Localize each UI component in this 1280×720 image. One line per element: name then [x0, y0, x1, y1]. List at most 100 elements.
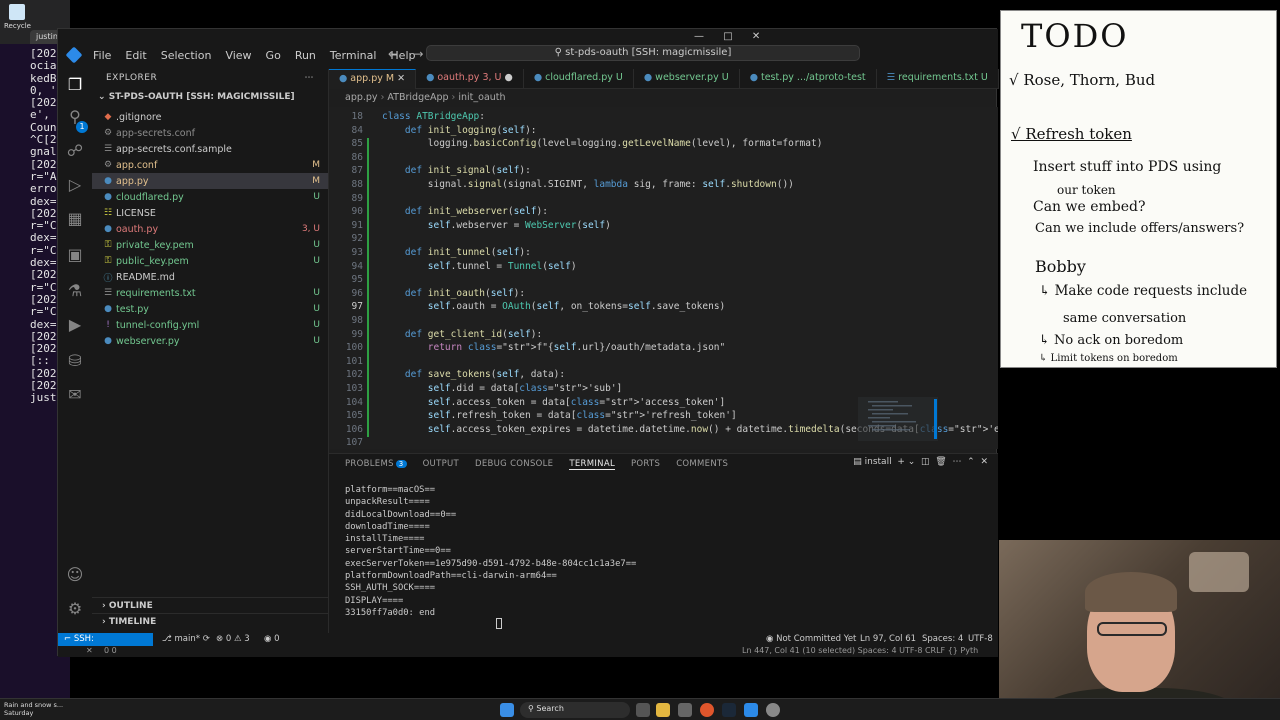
code-line[interactable]: self.refresh_token = data[class="str">'r…: [382, 410, 737, 421]
code-line[interactable]: self.did = data[class="str">'sub']: [382, 383, 623, 394]
vscode-taskbar-icon[interactable]: [744, 703, 758, 717]
status-details[interactable]: Ln 447, Col 41 (10 selected) Spaces: 4 U…: [742, 646, 978, 655]
file-item[interactable]: ● oauth.py 3, U: [92, 221, 328, 237]
editor-tab[interactable]: ● test.py .../atproto-test: [740, 69, 877, 89]
file-item[interactable]: ☷ LICENSE: [92, 205, 328, 221]
trash-icon[interactable]: 🗑: [935, 457, 946, 467]
editor-tab[interactable]: ● oauth.py 3, U ●: [416, 69, 524, 89]
close-panel-icon[interactable]: ✕: [980, 457, 988, 467]
file-item[interactable]: ⚙ app.conf M: [92, 157, 328, 173]
unsaved-dot-icon[interactable]: ●: [502, 72, 513, 83]
encoding[interactable]: UTF-8: [968, 634, 993, 644]
menu-go[interactable]: Go: [266, 49, 281, 62]
workspace-root[interactable]: ⌄ ST-PDS-OAUTH [SSH: MAGICMISSILE]: [92, 89, 328, 109]
menu-selection[interactable]: Selection: [161, 49, 212, 62]
tab-debug-console[interactable]: DEBUG CONSOLE: [475, 459, 553, 469]
code-line[interactable]: def get_client_id(self):: [382, 329, 542, 340]
more-actions-icon[interactable]: ⋯: [305, 73, 315, 85]
code-line[interactable]: def init_tunnel(self):: [382, 247, 531, 258]
database-icon[interactable]: ⛁: [65, 351, 85, 371]
code-line[interactable]: return class="str">f"{self.url}/oauth/me…: [382, 342, 725, 353]
file-item[interactable]: ⓘ README.md: [92, 269, 328, 285]
git-blame[interactable]: ◉ Not Committed Yet: [766, 634, 856, 644]
file-item[interactable]: ⚿ private_key.pem U: [92, 237, 328, 253]
split-terminal-icon[interactable]: ◫: [921, 457, 930, 467]
remote-indicator[interactable]: ⌐ SSH: magicmissile: [58, 633, 153, 657]
breadcrumb-method[interactable]: init_oauth: [458, 92, 505, 103]
code-line[interactable]: def save_tokens(self, data):: [382, 369, 565, 380]
minimap[interactable]: [858, 107, 938, 449]
back-arrow-icon[interactable]: ←: [388, 47, 398, 61]
tab-ports[interactable]: PORTS: [631, 459, 660, 469]
file-item[interactable]: ☰ app-secrets.conf.sample: [92, 141, 328, 157]
terminal-name[interactable]: install: [865, 457, 892, 467]
chevron-down-icon[interactable]: ⌄: [908, 457, 916, 467]
remote-explorer-icon[interactable]: ▣: [65, 245, 85, 265]
settings-gear-icon[interactable]: ⚙: [65, 599, 85, 619]
forward-arrow-icon[interactable]: →: [413, 47, 423, 61]
code-line[interactable]: logging.basicConfig(level=logging.getLev…: [382, 138, 823, 149]
indentation[interactable]: Spaces: 4: [922, 634, 963, 644]
menu-file[interactable]: File: [93, 49, 111, 62]
code-line[interactable]: def init_signal(self):: [382, 165, 531, 176]
timeline-section[interactable]: › TIMELINE: [92, 613, 329, 631]
tab-output[interactable]: OUTPUT: [423, 459, 459, 469]
menu-terminal[interactable]: Terminal: [330, 49, 377, 62]
menu-run[interactable]: Run: [295, 49, 316, 62]
firefox-icon[interactable]: [700, 703, 714, 717]
code-line[interactable]: def init_logging(self):: [382, 125, 537, 136]
cursor-position[interactable]: Ln 97, Col 61: [860, 634, 916, 644]
terminal-app-icon[interactable]: [678, 703, 692, 717]
problems-indicator[interactable]: ⊗ 0 ⚠ 3: [216, 634, 250, 644]
code-line[interactable]: self.webserver = WebServer(self): [382, 220, 611, 231]
code-line[interactable]: def init_oauth(self):: [382, 288, 525, 299]
code-line[interactable]: class ATBridgeApp:: [382, 111, 485, 122]
file-item[interactable]: ● webserver.py U: [92, 333, 328, 349]
breadcrumb-class[interactable]: ATBridgeApp: [387, 92, 448, 103]
testing-icon[interactable]: ⚗: [65, 281, 85, 301]
file-item[interactable]: ◆ .gitignore: [92, 109, 328, 125]
maximize-panel-icon[interactable]: ⌃: [967, 457, 975, 467]
new-terminal-icon[interactable]: +: [897, 457, 905, 467]
docker-icon[interactable]: ▶: [65, 315, 85, 335]
file-item[interactable]: ⚿ public_key.pem U: [92, 253, 328, 269]
file-item[interactable]: ● app.py M: [92, 173, 328, 189]
code-line[interactable]: def init_webserver(self):: [382, 206, 548, 217]
file-item[interactable]: ⚙ app-secrets.conf: [92, 125, 328, 141]
account-icon[interactable]: ☺: [65, 565, 85, 585]
weather-widget[interactable]: Rain and snow s... Saturday: [4, 701, 63, 717]
code-line[interactable]: self.tunnel = Tunnel(self): [382, 261, 577, 272]
command-center[interactable]: ⚲ st-pds-oauth [SSH: magicmissile]: [426, 45, 860, 61]
extensions-icon[interactable]: ▦: [65, 209, 85, 229]
file-item[interactable]: ☰ requirements.txt U: [92, 285, 328, 301]
steam-icon[interactable]: [722, 703, 736, 717]
search-view-icon[interactable]: ⚲: [65, 107, 85, 127]
editor-tab[interactable]: ● app.py M ✕: [329, 69, 417, 89]
chat-icon[interactable]: ✉: [65, 385, 85, 405]
editor-tab[interactable]: ● webserver.py U: [634, 69, 740, 89]
status-remote-icon[interactable]: ✕: [86, 646, 93, 655]
editor-tab[interactable]: ☰ requirements.txt U: [877, 69, 999, 89]
close-tab-icon[interactable]: ✕: [394, 73, 405, 84]
recycle-bin[interactable]: Recycle: [4, 4, 31, 32]
tab-terminal[interactable]: TERMINAL: [569, 459, 615, 470]
branch-indicator[interactable]: ⎇ main* ⟳: [162, 634, 210, 644]
breadcrumb-file[interactable]: app.py: [345, 92, 378, 103]
more-actions-icon[interactable]: ⋯: [952, 457, 961, 467]
menu-view[interactable]: View: [225, 49, 251, 62]
terminal-output[interactable]: platform==macOS== unpackResult==== didLoca…: [345, 484, 636, 619]
file-explorer-icon[interactable]: [656, 703, 670, 717]
tab-comments[interactable]: COMMENTS: [676, 459, 728, 469]
status-problems[interactable]: 0 0: [104, 646, 117, 655]
menu-edit[interactable]: Edit: [125, 49, 146, 62]
source-control-icon[interactable]: ☍: [65, 141, 85, 161]
file-item[interactable]: ! tunnel-config.yml U: [92, 317, 328, 333]
editor-tab[interactable]: ● cloudflared.py U: [524, 69, 634, 89]
code-line[interactable]: self.oauth = OAuth(self, on_tokens=self.…: [382, 301, 726, 312]
code-line[interactable]: signal.signal(signal.SIGINT, lambda sig,…: [382, 179, 794, 190]
task-view-icon[interactable]: [636, 703, 650, 717]
code-line[interactable]: self.access_token = data[class="str">'ac…: [382, 397, 725, 408]
start-icon[interactable]: [500, 703, 514, 717]
file-item[interactable]: ● cloudflared.py U: [92, 189, 328, 205]
explorer-icon[interactable]: ❐: [65, 75, 85, 95]
